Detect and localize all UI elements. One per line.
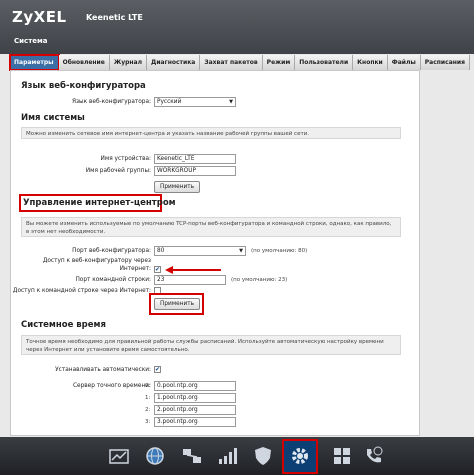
cli-port-input[interactable]: 23 <box>154 275 226 285</box>
model-name: Keenetic LTE <box>86 13 143 22</box>
settings-panel: Язык веб-конфигуратора Язык веб-конфигур… <box>10 70 420 436</box>
tab-files[interactable]: Файлы <box>387 55 421 70</box>
auto-time-label: Устанавливать автоматически: <box>55 367 151 373</box>
management-heading: Управление интернет-центром <box>23 198 176 208</box>
tab-buttons[interactable]: Кнопки <box>353 55 388 70</box>
ntp-server-label: Сервер точного времени: <box>72 383 151 389</box>
taskbar <box>0 437 474 475</box>
tab-update[interactable]: Обновление <box>58 55 110 70</box>
ntp-server-input[interactable]: 0.pool.ntp.org <box>154 381 236 391</box>
globe-icon[interactable] <box>144 445 166 467</box>
auto-time-checkbox[interactable]: ✔ <box>154 366 161 373</box>
tab-users[interactable]: Пользователи <box>295 55 354 70</box>
ntp-index: 0: <box>145 383 151 389</box>
header: ZyXEL Keenetic LTE Система <box>0 0 474 54</box>
ntp-index: 1: <box>145 395 151 401</box>
signal-icon[interactable] <box>216 445 238 467</box>
cli-port-hint: (по умолчанию: 23) <box>231 277 288 283</box>
web-port-hint: (по умолчанию: 80) <box>251 248 308 254</box>
system-name-heading: Имя системы <box>21 113 85 123</box>
ntp-index: 2: <box>145 407 151 413</box>
tab-mode[interactable]: Режим <box>262 55 296 70</box>
internet-access-checkbox[interactable]: ✔ <box>154 266 161 273</box>
tab-log[interactable]: Журнал <box>109 55 147 70</box>
ntp-server-input[interactable]: 1.pool.ntp.org <box>154 393 236 403</box>
management-note: Вы можете изменить используемые по умолч… <box>21 217 401 237</box>
tab-schedules[interactable]: Расписания <box>420 55 470 70</box>
apply-management-button[interactable]: Применить <box>154 298 201 310</box>
cli-internet-access-label: Доступ к командной строке через Интернет… <box>12 288 151 294</box>
ntp-index: 3: <box>145 419 151 425</box>
language-select[interactable]: Русский <box>154 97 236 107</box>
internet-access-label-line2: Интернет: <box>119 266 151 272</box>
workgroup-input[interactable]: WORKGROUP <box>154 166 236 176</box>
cli-port-label: Порт командной строки: <box>75 277 151 283</box>
tab-bar: Параметры Обновление Журнал Диагностика … <box>9 54 470 71</box>
system-time-heading: Системное время <box>21 320 106 330</box>
shield-icon[interactable] <box>252 445 274 467</box>
web-port-label: Порт веб-конфигуратора: <box>72 248 151 254</box>
device-name-label: Имя устройства: <box>100 156 151 162</box>
internet-access-label-line1: Доступ к веб-конфигуратору через <box>42 258 151 264</box>
system-time-note: Точное время необходимо для правильной р… <box>21 335 401 355</box>
gear-icon[interactable] <box>289 445 311 467</box>
workgroup-label: Имя рабочей группы: <box>85 168 151 174</box>
language-label: Язык веб-конфигуратора: <box>71 99 151 105</box>
chart-icon[interactable] <box>108 445 130 467</box>
logo: ZyXEL <box>12 8 67 26</box>
network-icon[interactable] <box>181 445 203 467</box>
device-name-input[interactable]: Keenetic_LTE <box>154 154 236 164</box>
ntp-server-input[interactable]: 3.pool.ntp.org <box>154 417 236 427</box>
web-port-select[interactable]: 80 <box>154 246 246 256</box>
language-heading: Язык веб-конфигуратора <box>21 81 146 91</box>
phone-icon[interactable] <box>362 445 384 467</box>
ntp-server-input[interactable]: 2.pool.ntp.org <box>154 405 236 415</box>
tab-diagnostics[interactable]: Диагностика <box>146 55 201 70</box>
tab-parameters[interactable]: Параметры <box>9 54 60 71</box>
tab-packet-capture[interactable]: Захват пакетов <box>200 55 263 70</box>
apply-system-name-button[interactable]: Применить <box>154 181 201 193</box>
grid-icon[interactable] <box>331 445 353 467</box>
section-title: Система <box>14 37 48 45</box>
system-name-note: Можно изменить сетевое имя интернет-цент… <box>21 127 401 139</box>
